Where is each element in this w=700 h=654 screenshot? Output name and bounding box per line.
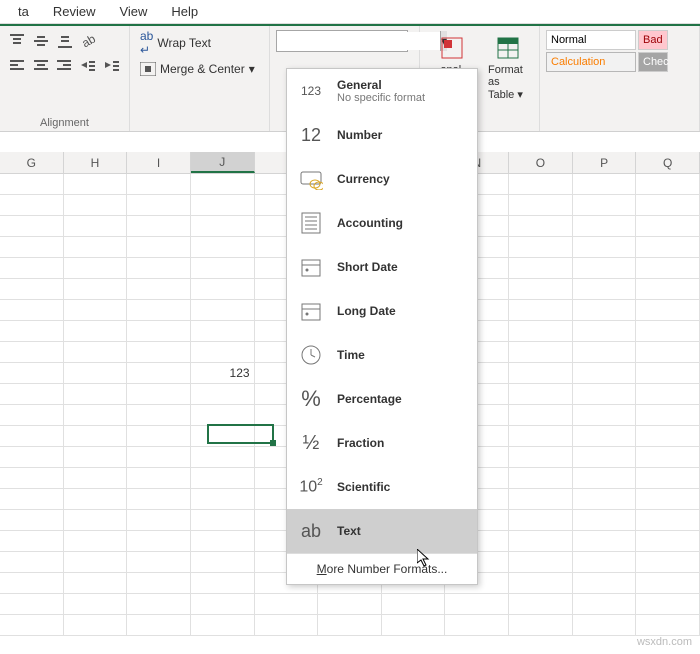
col-header-o[interactable]: O: [509, 152, 573, 173]
align-top-button[interactable]: [6, 30, 28, 52]
col-header-p[interactable]: P: [573, 152, 637, 173]
align-right-button[interactable]: [54, 54, 76, 76]
format-as-table-icon: [494, 34, 522, 62]
merge-center-label: Merge & Center: [160, 62, 245, 76]
menu-item-view[interactable]: View: [107, 1, 159, 22]
style-bad[interactable]: Bad: [638, 30, 668, 50]
format-option-short-date[interactable]: Short Date: [287, 245, 477, 289]
style-calculation[interactable]: Calculation: [546, 52, 636, 72]
wrap-merge-group: ab↵ Wrap Text Merge & Center ▾: [130, 26, 270, 131]
short-date-icon: [297, 253, 325, 281]
style-normal[interactable]: Normal: [546, 30, 636, 50]
general-icon: 123: [297, 77, 325, 105]
col-header-h[interactable]: H: [64, 152, 128, 173]
cell-j-value[interactable]: 123: [191, 363, 255, 384]
long-date-icon: [297, 297, 325, 325]
number-format-combo[interactable]: ▾: [276, 30, 408, 52]
format-option-general[interactable]: 123 GeneralNo specific format: [287, 69, 477, 113]
format-option-long-date[interactable]: Long Date: [287, 289, 477, 333]
active-cell-outline: [207, 424, 274, 444]
watermark: wsxdn.com: [637, 636, 692, 648]
format-as-table-button[interactable]: Format asTable ▾: [482, 30, 534, 129]
cell-styles-group: Normal Calculation Bad Chec: [540, 26, 700, 131]
col-header-g[interactable]: G: [0, 152, 64, 173]
number-format-input[interactable]: [277, 32, 440, 50]
menu-item-data[interactable]: ta: [6, 1, 41, 22]
number-icon: 12: [297, 121, 325, 149]
format-option-accounting[interactable]: Accounting: [287, 201, 477, 245]
col-header-q[interactable]: Q: [636, 152, 700, 173]
fill-handle[interactable]: [270, 440, 276, 446]
scientific-icon: 102: [297, 473, 325, 501]
col-header-i[interactable]: I: [127, 152, 191, 173]
merge-icon: [140, 62, 156, 76]
alignment-group-label: Alignment: [6, 115, 123, 129]
currency-icon: [297, 165, 325, 193]
format-option-time[interactable]: Time: [287, 333, 477, 377]
menu-bar: ta Review View Help: [0, 0, 700, 24]
increase-indent-button[interactable]: [101, 54, 123, 76]
align-center-button[interactable]: [30, 54, 52, 76]
wrap-text-icon: ab↵: [140, 29, 153, 57]
menu-item-help[interactable]: Help: [159, 1, 210, 22]
fraction-icon: ½: [297, 429, 325, 457]
format-option-fraction[interactable]: ½ Fraction: [287, 421, 477, 465]
format-option-text[interactable]: ab Text: [287, 509, 477, 553]
align-middle-button[interactable]: [30, 30, 52, 52]
more-number-formats-link[interactable]: More Number Formats...: [287, 553, 477, 584]
style-check-cell[interactable]: Chec: [638, 52, 668, 72]
menu-item-review[interactable]: Review: [41, 1, 108, 22]
col-header-j[interactable]: J: [191, 152, 255, 173]
align-bottom-button[interactable]: [54, 30, 76, 52]
number-format-dropdown: 123 GeneralNo specific format 12 Number …: [286, 68, 478, 585]
time-icon: [297, 341, 325, 369]
decrease-indent-button[interactable]: [77, 54, 99, 76]
percentage-icon: %: [297, 385, 325, 413]
format-option-currency[interactable]: Currency: [287, 157, 477, 201]
merge-center-button[interactable]: Merge & Center ▾: [136, 56, 263, 82]
text-icon: ab: [297, 517, 325, 545]
align-left-button[interactable]: [6, 54, 28, 76]
format-option-scientific[interactable]: 102 Scientific: [287, 465, 477, 509]
format-option-number[interactable]: 12 Number: [287, 113, 477, 157]
format-option-percentage[interactable]: % Percentage: [287, 377, 477, 421]
wrap-text-button[interactable]: ab↵ Wrap Text: [136, 30, 263, 56]
alignment-group: ab Alignment: [0, 26, 130, 131]
mouse-cursor-icon: [417, 549, 433, 569]
accounting-icon: [297, 209, 325, 237]
orientation-button[interactable]: ab: [78, 30, 100, 52]
wrap-text-label: Wrap Text: [157, 36, 211, 50]
chevron-down-icon: ▾: [249, 62, 255, 76]
conditional-formatting-icon: [438, 34, 466, 62]
